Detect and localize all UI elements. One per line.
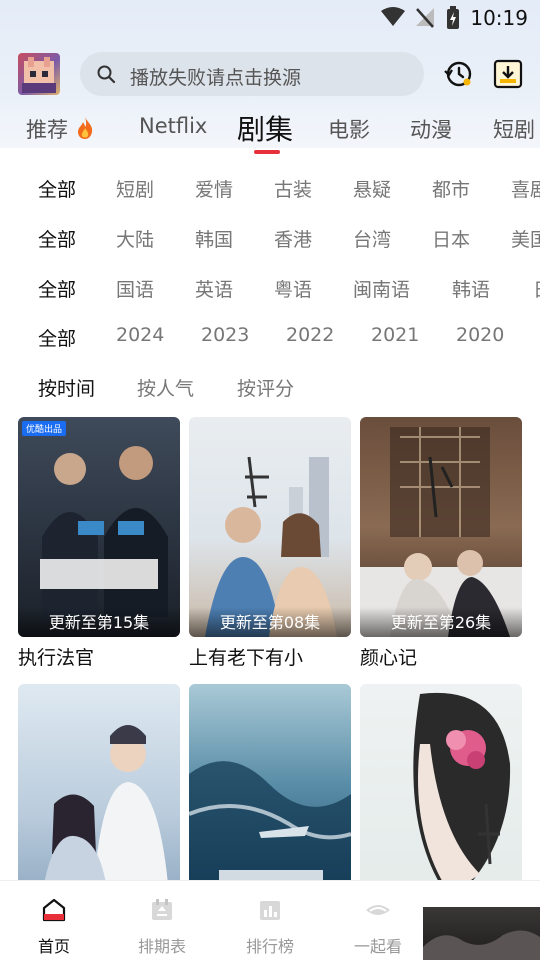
filter-chip[interactable]: 古装 <box>274 175 312 202</box>
filter-row-language: 全部 国语 英语 粤语 闽南语 韩语 日 <box>0 275 540 307</box>
tab-recommend[interactable]: 推荐 <box>26 114 95 144</box>
filter-row-region: 全部 大陆 韩国 香港 台湾 日本 美国 <box>0 225 540 257</box>
poster-image <box>189 684 351 904</box>
sort-option[interactable]: 按人气 <box>137 374 194 401</box>
episode-badge: 更新至第15集 <box>18 607 180 637</box>
nav-ranking[interactable]: 排行榜 <box>220 881 320 961</box>
filter-chip[interactable]: 喜剧 <box>511 175 540 202</box>
filter-chip[interactable]: 台湾 <box>353 225 391 252</box>
poster-image: 更新至第26集 <box>360 417 522 637</box>
avatar-image <box>22 57 56 93</box>
filter-chip[interactable]: 2021 <box>371 324 419 346</box>
calendar-icon <box>152 899 172 920</box>
filter-row-year: 全部 2024 2023 2022 2021 2020 <box>0 324 540 356</box>
filter-chip[interactable]: 都市 <box>432 175 470 202</box>
filter-chip[interactable]: 2023 <box>201 324 249 346</box>
poster-image <box>360 684 522 904</box>
search-icon <box>97 65 116 84</box>
search-placeholder: 播放失败请点击换源 <box>130 67 302 89</box>
tab-movies[interactable]: 电影 <box>328 114 370 144</box>
filter-chip[interactable]: 大陆 <box>116 225 154 252</box>
wifi-icon <box>381 7 405 26</box>
card-title: 执行法官 <box>18 647 95 669</box>
nav-label: 首页 <box>37 937 70 956</box>
filter-chip[interactable]: 2024 <box>116 324 164 346</box>
platform-tag: 优酷出品 <box>22 421 67 436</box>
filter-chip[interactable]: 国语 <box>116 275 154 302</box>
poster-art <box>205 456 337 637</box>
filter-chip[interactable]: 2022 <box>286 324 334 346</box>
nav-home[interactable]: 首页 <box>4 881 104 961</box>
battery-charging-icon <box>447 6 459 29</box>
filter-chip[interactable]: 全部 <box>38 324 76 351</box>
filter-chip[interactable]: 美国 <box>511 225 540 252</box>
nav-label: 一起看 <box>353 937 402 956</box>
filter-chip[interactable]: 英语 <box>195 275 233 302</box>
sort-option[interactable]: 按评分 <box>237 374 294 401</box>
tab-series[interactable]: 剧集 <box>237 108 293 148</box>
category-tabs: 推荐 Netflix 剧集 电影 动漫 短剧 <box>0 108 540 152</box>
filter-chip[interactable]: 韩语 <box>452 275 490 302</box>
floating-preview-thumbnail[interactable] <box>423 907 540 960</box>
filter-chip[interactable]: 2020 <box>456 324 504 346</box>
filter-chip[interactable]: 日本 <box>432 225 470 252</box>
poster-image <box>18 684 180 904</box>
poster-art <box>40 446 168 617</box>
home-icon <box>42 898 66 922</box>
ranking-icon <box>260 901 280 920</box>
history-icon[interactable] <box>442 58 474 90</box>
nav-label: 排期表 <box>137 937 186 956</box>
download-icon[interactable] <box>492 58 524 90</box>
poster-image: 优酷出品 更新至第15集 <box>18 417 180 637</box>
poster-art <box>413 692 511 894</box>
card-title: 上有老下有小 <box>189 647 304 669</box>
filter-chip[interactable]: 日 <box>533 275 540 302</box>
poster-art <box>360 427 522 637</box>
status-bar: 10:19 <box>0 0 540 36</box>
filter-row-genre: 全部 短剧 爱情 古装 悬疑 都市 喜剧 <box>0 175 540 207</box>
avatar[interactable] <box>18 53 60 95</box>
sort-option[interactable]: 按时间 <box>38 374 95 401</box>
fire-icon <box>77 117 92 139</box>
filter-chip[interactable]: 全部 <box>38 225 76 252</box>
filter-chip[interactable]: 香港 <box>274 225 312 252</box>
status-time: 10:19 <box>470 6 528 30</box>
filter-chip[interactable]: 全部 <box>38 275 76 302</box>
nav-schedule[interactable]: 排期表 <box>112 881 212 961</box>
tab-short-drama[interactable]: 短剧 <box>493 114 535 144</box>
card-title: 颜心记 <box>360 647 418 669</box>
poster-art <box>44 725 168 884</box>
filter-chip[interactable]: 全部 <box>38 175 76 202</box>
filter-chip[interactable]: 韩国 <box>195 225 233 252</box>
nav-label: 排行榜 <box>245 937 294 956</box>
filter-chip[interactable]: 短剧 <box>116 175 154 202</box>
nav-watch-together[interactable]: 一起看 <box>328 881 428 961</box>
watch-together-icon <box>366 905 390 915</box>
episode-badge: 更新至第26集 <box>360 607 522 637</box>
episode-badge: 更新至第08集 <box>189 607 351 637</box>
poster-image: 更新至第08集 <box>189 417 351 637</box>
tab-netflix[interactable]: Netflix <box>139 114 207 138</box>
filter-chip[interactable]: 粤语 <box>274 275 312 302</box>
search-bar[interactable]: 播放失败请点击换源 <box>80 52 424 96</box>
filter-chip[interactable]: 闽南语 <box>353 275 410 302</box>
no-signal-icon <box>416 8 434 28</box>
poster-art <box>189 761 351 904</box>
filter-chip[interactable]: 爱情 <box>195 175 233 202</box>
filter-chip[interactable]: 悬疑 <box>353 175 391 202</box>
active-tab-indicator <box>254 150 280 154</box>
filter-row-sort: 按时间 按人气 按评分 <box>0 374 540 406</box>
preview-image <box>423 930 540 960</box>
tab-anime[interactable]: 动漫 <box>410 114 452 144</box>
